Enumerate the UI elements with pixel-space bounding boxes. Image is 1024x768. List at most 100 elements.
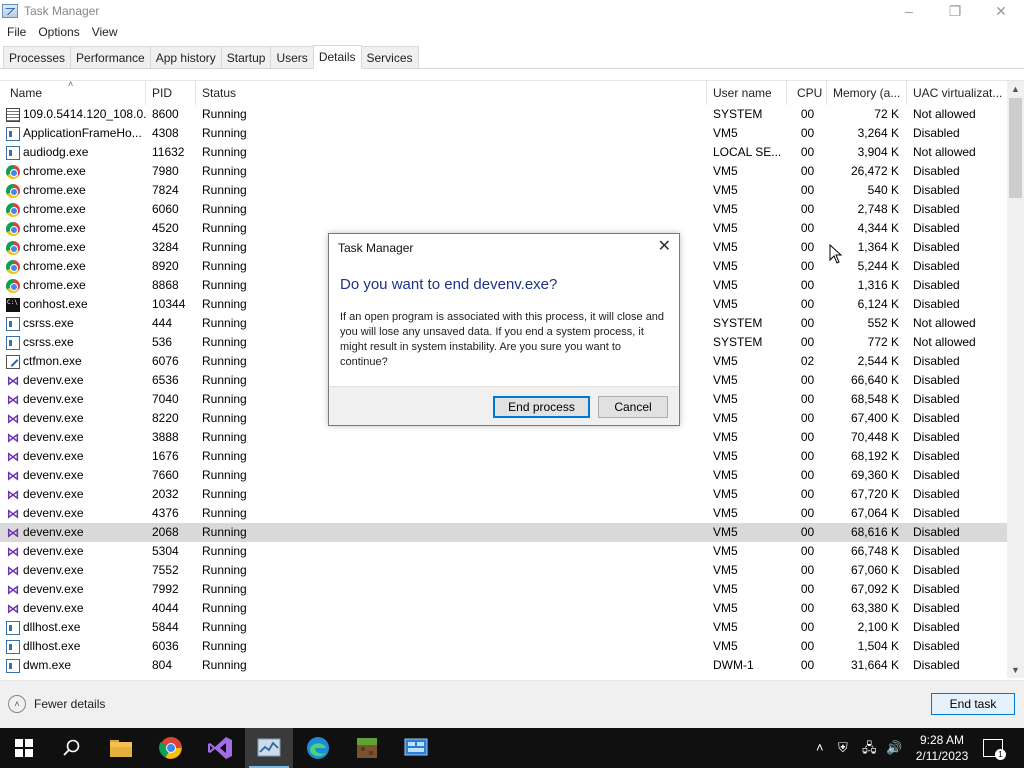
tab-processes[interactable]: Processes	[3, 46, 72, 68]
fewer-details-link[interactable]: ˄ Fewer details	[8, 695, 105, 713]
menu-options[interactable]: Options	[32, 25, 85, 39]
cell-status: Running	[202, 259, 247, 273]
table-row[interactable]: devenv.exe 4044 Running VM5 00 63,380 K Disabl…	[0, 599, 1007, 618]
table-row[interactable]: devenv.exe 7992 Running VM5 00 67,092 K Disabl…	[0, 580, 1007, 599]
tab-details[interactable]: Details	[312, 45, 362, 69]
scroll-thumb[interactable]	[1009, 98, 1022, 198]
cancel-button[interactable]: Cancel	[598, 396, 668, 418]
edge-taskbar-button[interactable]	[294, 728, 342, 768]
network-icon[interactable]: 🖧	[862, 740, 877, 756]
dialog-title: Task Manager	[338, 241, 414, 255]
scroll-up-icon[interactable]: ▲	[1007, 81, 1024, 98]
cell-status: Running	[202, 221, 247, 235]
system-clock[interactable]: 9:28 AM 2/11/2023	[912, 732, 972, 764]
cell-uac: Disabled	[913, 582, 960, 596]
menu-file[interactable]: File	[0, 25, 32, 39]
cell-uac: Disabled	[913, 164, 960, 178]
table-row[interactable]: chrome.exe 6060 Running VM5 00 2,748 K Disable…	[0, 200, 1007, 219]
chrome-icon	[6, 259, 20, 274]
table-row[interactable]: dllhost.exe 5844 Running VM5 00 2,100 K Disabl…	[0, 618, 1007, 637]
column-header-pid[interactable]: PID	[146, 81, 196, 105]
task-manager-taskbar-button[interactable]	[245, 728, 293, 768]
table-row[interactable]: 109.0.5414.120_108.0.... 8600 Running SYSTE…	[0, 105, 1007, 124]
cell-name: ctfmon.exe	[6, 352, 146, 371]
table-row[interactable]: devenv.exe 2068 Running VM5 00 68,616 K Disabl…	[0, 523, 1007, 542]
cell-name: chrome.exe	[6, 162, 146, 181]
cell-uac: Disabled	[913, 373, 960, 387]
tab-startup[interactable]: Startup	[220, 46, 272, 68]
table-row[interactable]: chrome.exe 7824 Running VM5 00 540 K Disabled	[0, 181, 1007, 200]
scroll-down-icon[interactable]: ▼	[1007, 662, 1024, 678]
cell-name: conhost.exe	[6, 295, 146, 314]
table-row[interactable]: audiodg.exe 11632 Running LOCAL SE... 00 3,90…	[0, 143, 1007, 162]
visual-studio-icon	[6, 507, 20, 521]
end-process-button[interactable]: End process	[493, 396, 590, 418]
table-row[interactable]: dllhost.exe 6036 Running VM5 00 1,504 K Disabl…	[0, 637, 1007, 656]
security-icon[interactable]: ⛨	[838, 740, 848, 756]
cell-pid: 1676	[152, 449, 179, 463]
cell-memory: 68,616 K	[850, 525, 899, 539]
table-row[interactable]: devenv.exe 7660 Running VM5 00 69,360 K Disabl…	[0, 466, 1007, 485]
cell-uac: Not allowed	[913, 316, 976, 330]
column-header-status[interactable]: Status	[196, 81, 707, 105]
column-header-uac[interactable]: UAC virtualizat...	[907, 81, 1007, 105]
end-task-button[interactable]: End task	[931, 693, 1015, 715]
tab-services[interactable]: Services	[360, 46, 419, 68]
table-row[interactable]: devenv.exe 3888 Running VM5 00 70,448 K Disabl…	[0, 428, 1007, 447]
table-row[interactable]: ApplicationFrameHo... 4308 Running VM5 00 3,2…	[0, 124, 1007, 143]
vertical-scrollbar[interactable]: ▲ ▼	[1007, 81, 1024, 678]
cell-cpu: 00	[800, 639, 815, 653]
file-explorer-button[interactable]	[97, 728, 145, 768]
column-header-cpu[interactable]: CPU	[787, 81, 827, 105]
cell-uac: Disabled	[913, 392, 960, 406]
remote-desktop-taskbar-button[interactable]	[392, 728, 440, 768]
process-name: chrome.exe	[23, 164, 86, 178]
restore-button[interactable]: ❐	[932, 0, 978, 22]
close-button[interactable]: ✕	[978, 0, 1024, 22]
cell-cpu: 00	[800, 164, 815, 178]
cell-uac: Disabled	[913, 563, 960, 577]
application-icon	[6, 126, 20, 141]
table-row[interactable]: devenv.exe 4376 Running VM5 00 67,064 K Disabl…	[0, 504, 1007, 523]
cell-cpu: 00	[800, 240, 815, 254]
column-label: Name	[10, 86, 43, 100]
cell-memory: 67,064 K	[850, 506, 899, 520]
tab-app-history[interactable]: App history	[149, 46, 222, 68]
chrome-icon	[6, 164, 20, 179]
tab-users[interactable]: Users	[270, 46, 314, 68]
table-row[interactable]: devenv.exe 1676 Running VM5 00 68,192 K Disabl…	[0, 447, 1007, 466]
minimize-button[interactable]: –	[886, 0, 932, 22]
cell-name: devenv.exe	[6, 428, 146, 447]
process-name: devenv.exe	[23, 563, 84, 577]
menu-view[interactable]: View	[86, 25, 124, 39]
table-row[interactable]: devenv.exe 2032 Running VM5 00 67,720 K Disabl…	[0, 485, 1007, 504]
dialog-close-icon[interactable]: ✕	[658, 238, 671, 256]
cell-pid: 10344	[152, 297, 186, 311]
search-button[interactable]	[48, 728, 96, 768]
column-header-name[interactable]: Name ˄	[0, 81, 146, 105]
column-header-user-name[interactable]: User name	[707, 81, 787, 105]
table-row[interactable]: devenv.exe 5304 Running VM5 00 66,748 K Disabl…	[0, 542, 1007, 561]
column-header-memory[interactable]: Memory (a...	[827, 81, 907, 105]
cell-pid: 444	[152, 316, 173, 330]
cell-user-name: VM5	[713, 601, 738, 615]
cell-cpu: 00	[800, 335, 815, 349]
chrome-taskbar-button[interactable]	[147, 728, 195, 768]
volume-icon[interactable]: 🔊	[886, 740, 902, 756]
start-button[interactable]	[0, 728, 48, 768]
table-row[interactable]: devenv.exe 7552 Running VM5 00 67,060 K Disabl…	[0, 561, 1007, 580]
process-name: devenv.exe	[23, 449, 84, 463]
show-hidden-icons-icon[interactable]: ˄	[816, 740, 824, 756]
cell-user-name: VM5	[713, 544, 738, 558]
cell-cpu: 00	[800, 183, 815, 197]
table-row[interactable]: dwm.exe 804 Running DWM-1 00 31,664 K Disabled	[0, 656, 1007, 675]
tab-performance[interactable]: Performance	[70, 46, 151, 68]
visual-studio-taskbar-button[interactable]	[196, 728, 244, 768]
minecraft-taskbar-button[interactable]	[343, 728, 391, 768]
notifications-icon[interactable]: 1	[983, 739, 1006, 760]
cell-uac: Disabled	[913, 221, 960, 235]
table-row[interactable]: chrome.exe 7980 Running VM5 00 26,472 K Disabl…	[0, 162, 1007, 181]
cell-memory: 66,640 K	[850, 373, 899, 387]
cell-uac: Disabled	[913, 449, 960, 463]
cell-cpu: 00	[800, 468, 815, 482]
